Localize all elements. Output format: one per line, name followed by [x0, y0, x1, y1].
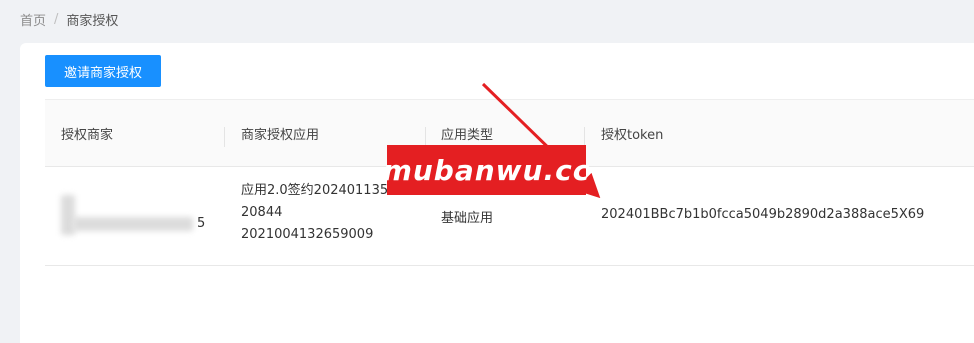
- app-line: 2021004132659009: [241, 227, 374, 242]
- app-line: 20844: [241, 205, 283, 220]
- column-divider: [224, 127, 225, 147]
- breadcrumb-current: 商家授权: [66, 13, 119, 29]
- token-cell: 202401BBc7b1b0fcca5049b2890d2a388ace5X69: [601, 207, 925, 222]
- watermark-banner: mubanwu.cc: [383, 145, 589, 195]
- column-divider: [425, 127, 426, 147]
- merchant-cell: 5: [59, 189, 205, 239]
- app-cell: 应用2.0签约2024011359 20844 2021004132659009: [241, 180, 396, 246]
- blurred-merchant-name: [73, 217, 193, 231]
- merchant-name-suffix: 5: [197, 216, 206, 231]
- breadcrumb-home[interactable]: 首页: [20, 10, 46, 29]
- app-type-cell: 基础应用: [441, 211, 494, 226]
- column-header-merchant: 授权商家: [61, 127, 114, 143]
- invite-merchant-button[interactable]: 邀请商家授权: [45, 55, 161, 87]
- app-line: 应用2.0签约2024011359: [241, 183, 397, 198]
- column-header-token: 授权token: [601, 127, 664, 143]
- breadcrumb: 首页 / 商家授权: [20, 10, 119, 29]
- watermark-text: mubanwu.cc: [382, 153, 591, 187]
- column-header-app: 商家授权应用: [241, 127, 320, 143]
- breadcrumb-separator: /: [54, 11, 59, 27]
- column-divider: [584, 127, 585, 147]
